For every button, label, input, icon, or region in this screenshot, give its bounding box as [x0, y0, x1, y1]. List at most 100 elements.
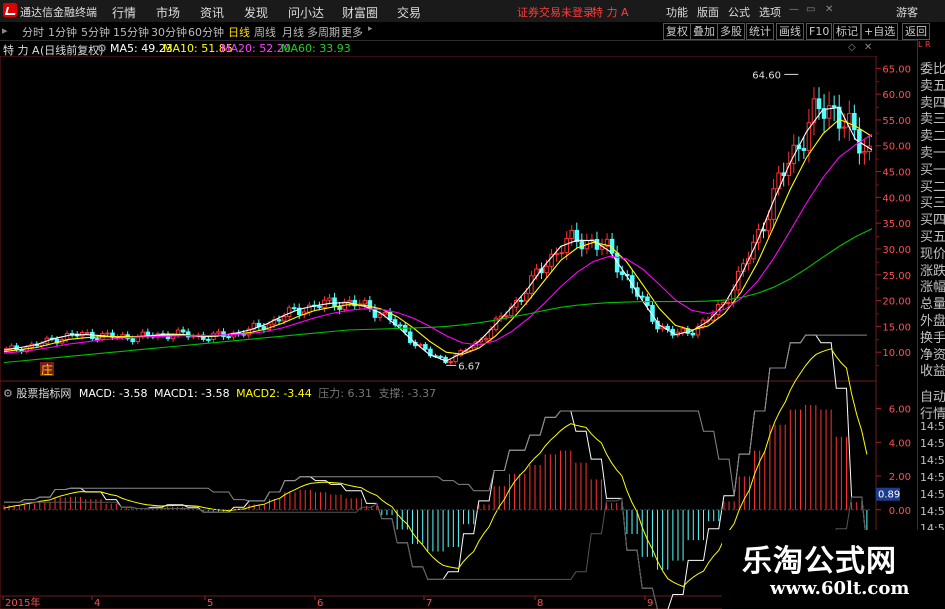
price-axis-label: 35.00 [882, 219, 911, 230]
menu-quotes[interactable]: 行情 [112, 4, 136, 21]
back-button[interactable]: 返回 [902, 23, 930, 40]
candle-up [524, 292, 529, 302]
candle-down [69, 333, 75, 336]
period-5min[interactable]: 5分钟 [81, 24, 110, 40]
candle-down [317, 305, 322, 308]
menu-market[interactable]: 市场 [156, 4, 180, 21]
trade-status[interactable]: 证券交易未登录 [517, 4, 594, 20]
menu-news[interactable]: 资讯 [200, 4, 224, 21]
candle-down [640, 295, 645, 298]
tick-time: 14:50 [920, 488, 945, 501]
date-axis-label: 5 [207, 598, 213, 609]
f10-button[interactable]: F10 [806, 23, 833, 40]
menu-toggle-icon[interactable]: ▸ [2, 24, 8, 37]
period-weekly[interactable]: 周线 [254, 24, 276, 40]
diamond-icon[interactable]: ◇ [848, 42, 856, 53]
overlay-button[interactable]: 叠加 [690, 23, 718, 40]
candle-up [347, 299, 352, 303]
ma-info-bar: 特 力 A (日线前复权) ⚙ MA5: 49.23 MA10: 51.85 M… [0, 40, 880, 57]
tick-time: 14:50 [920, 454, 945, 467]
menu-trade[interactable]: 交易 [397, 4, 421, 21]
guest-label[interactable]: 游客 [896, 4, 918, 20]
menu-options[interactable]: 选项 [759, 4, 781, 20]
candle-up [362, 300, 368, 305]
ma60-value: MA60: 33.93 [281, 42, 351, 55]
app-logo-icon [3, 3, 17, 17]
candle-down [291, 307, 297, 310]
menu-assistant[interactable]: 问小达 [288, 4, 324, 21]
menu-wealth[interactable]: 财富圈 [342, 4, 378, 21]
candle-up [105, 332, 110, 335]
ma10-line [3, 118, 873, 355]
candle-up [725, 302, 731, 305]
tick-side-panel: 自动行情14:5014:5014:5014:5014:5014:5014:501… [917, 385, 945, 552]
period-60min[interactable]: 60分钟 [188, 24, 224, 40]
moving-average-lines: 64.60 6.67 庄 [3, 70, 873, 377]
candle-up [862, 151, 867, 154]
minimize-icon[interactable]: — [789, 4, 799, 15]
period-toolbar: ▸ 分时 1分钟 5分钟 15分钟 30分钟 60分钟 日线 周线 月线 多周期… [0, 22, 945, 41]
period-1min[interactable]: 1分钟 [48, 24, 77, 40]
kline-chart[interactable]: 64.606.67庄 65.0060.0055.0050.0045.0040.0… [0, 56, 945, 609]
pressure-line [4, 334, 867, 503]
panel-toggle[interactable]: L R [918, 40, 945, 58]
mark-button[interactable]: 标记 [833, 23, 861, 40]
tick-time: 14:50 [920, 471, 945, 484]
close-panel-icon[interactable]: ✕ [864, 42, 872, 53]
candle-up [680, 328, 686, 333]
period-30min[interactable]: 30分钟 [151, 24, 187, 40]
candle-down [619, 271, 625, 275]
candle-down [276, 319, 282, 322]
indicator-name[interactable]: 股票指标网 [16, 387, 71, 400]
macd-axis-label: 2.00 [889, 472, 911, 483]
candle-up [544, 265, 549, 274]
date-axis-label: 7 [426, 598, 432, 609]
add-watchlist-button[interactable]: +自选 [861, 23, 899, 40]
draw-button[interactable]: 画线 [776, 23, 804, 40]
price-axis-label: 40.00 [882, 193, 911, 204]
menu-discover[interactable]: 发现 [244, 4, 268, 21]
indicator-settings-icon[interactable]: ⚙ [3, 387, 16, 400]
more-chevron-icon[interactable]: ▸ [368, 24, 373, 34]
candle-up [448, 361, 453, 364]
candle-up [483, 338, 489, 341]
candle-up [327, 297, 332, 301]
menu-layout[interactable]: 版面 [697, 4, 719, 20]
date-axis-label: 9 [647, 598, 653, 609]
high-price-label: 64.60 [752, 70, 781, 81]
settings-icon[interactable]: ⚙ [97, 42, 107, 55]
quote-field-label: 收益 [920, 364, 945, 380]
period-multi[interactable]: 多周期 [307, 24, 340, 40]
menu-functions[interactable]: 功能 [666, 4, 688, 20]
period-more[interactable]: 更多 [341, 24, 363, 40]
app-title: 通达信金融终端 [20, 6, 97, 19]
candle-down [690, 332, 696, 336]
close-icon[interactable]: ✕ [825, 4, 833, 15]
date-axis-label: 4 [94, 598, 100, 609]
adjust-button[interactable]: 复权 [663, 23, 691, 40]
watermark: 乐淘公式网 www.60lt.com [722, 530, 945, 609]
date-axis-label: 6 [317, 598, 323, 609]
candle-up [826, 105, 832, 119]
candle-down [397, 324, 403, 327]
period-tick[interactable]: 分时 [22, 24, 44, 40]
candle-down [226, 336, 231, 339]
candle-up [382, 311, 388, 315]
period-15min[interactable]: 15分钟 [113, 24, 149, 40]
candle-down [831, 105, 837, 108]
price-axis-label: 55.00 [882, 116, 911, 127]
price-axis-label: 50.00 [882, 142, 911, 153]
candle-up [281, 316, 287, 322]
candle-down [145, 331, 151, 336]
menu-formula[interactable]: 公式 [728, 4, 750, 20]
menu-bar: 通达信金融终端 行情 市场 资讯 发现 问小达 财富圈 交易 证券交易未登录 特… [0, 0, 945, 23]
stats-button[interactable]: 统计 [746, 23, 774, 40]
restore-icon[interactable]: ▭ [806, 4, 815, 15]
candle-up [503, 315, 509, 318]
period-monthly[interactable]: 月线 [282, 24, 304, 40]
macd-axis-label: 0.00 [889, 506, 911, 517]
multi-stock-button[interactable]: 多股 [717, 23, 745, 40]
candle-down [519, 299, 524, 302]
period-daily[interactable]: 日线 [228, 24, 250, 40]
price-axis-label: 15.00 [882, 322, 911, 333]
